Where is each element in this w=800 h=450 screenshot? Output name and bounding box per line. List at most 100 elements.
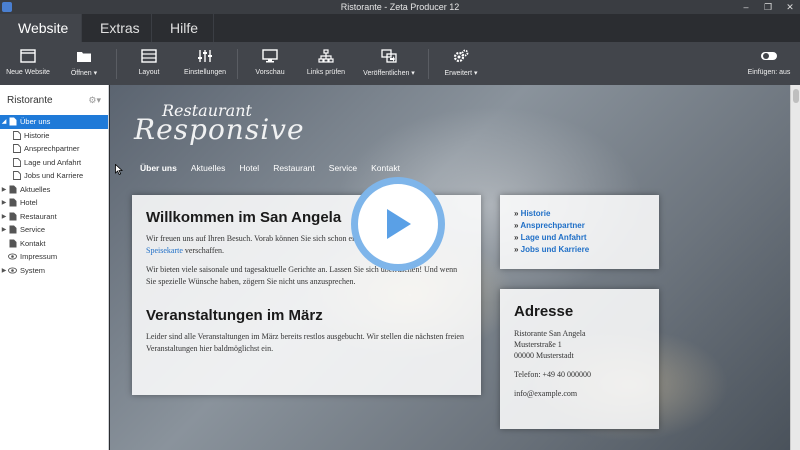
menu-link[interactable]: Speisekarte xyxy=(146,246,183,255)
page-icon xyxy=(12,171,21,181)
page-icon xyxy=(12,157,21,167)
events-paragraph: Leider sind alle Veranstaltungen im März… xyxy=(146,332,464,353)
layout-button[interactable]: Layout xyxy=(121,42,177,85)
collapse-arrow-icon[interactable]: ▶ xyxy=(0,213,8,220)
collapse-arrow-icon[interactable]: ▶ xyxy=(0,226,8,233)
eye-icon xyxy=(8,252,17,261)
preview-button[interactable]: Vorschau xyxy=(242,42,298,85)
preview-scrollbar[interactable] xyxy=(790,85,800,450)
tab-website[interactable]: Website xyxy=(0,14,82,42)
tree-item-aktuelles[interactable]: ▶ Aktuelles xyxy=(0,183,108,197)
main-tabs: Website Extras Hilfe xyxy=(0,14,800,42)
link-item[interactable]: » Historie xyxy=(514,208,645,220)
site-nav-ueber-uns[interactable]: Über uns xyxy=(140,163,177,173)
play-button[interactable] xyxy=(351,177,445,271)
link-item[interactable]: » Ansprechpartner xyxy=(514,220,645,232)
address-line: Ristorante San Angela xyxy=(514,329,586,338)
toggle-switch-icon xyxy=(760,48,778,64)
page-tree: ◢ Über uns Historie Ansprechpartner Lage… xyxy=(0,115,108,277)
maximize-icon[interactable]: ❐ xyxy=(762,0,774,14)
document-icon xyxy=(8,117,17,126)
project-title: Ristorante xyxy=(7,94,53,106)
link-item[interactable]: » Jobs und Karriere xyxy=(514,244,645,256)
title-bar: Ristorante - Zeta Producer 12 – ❐ ✕ xyxy=(0,0,800,14)
tree-item-ueber-uns[interactable]: ◢ Über uns xyxy=(0,115,108,129)
expand-arrow-icon[interactable]: ◢ xyxy=(0,118,8,125)
mouse-cursor-icon xyxy=(115,164,123,175)
gear-icon[interactable]: ⚙▾ xyxy=(88,95,101,106)
close-icon[interactable]: ✕ xyxy=(784,0,796,14)
settings-button[interactable]: Einstellungen xyxy=(177,42,233,85)
website-preview[interactable]: Restaurant Responsive Über uns Aktuelles… xyxy=(110,85,790,450)
preview-label: Vorschau xyxy=(255,69,285,76)
tree-item-jobs-und-karriere[interactable]: Jobs und Karriere xyxy=(0,169,108,183)
monitor-icon xyxy=(261,48,279,64)
publish-button[interactable]: Veröffentlichen ▾ xyxy=(354,42,424,85)
app-icon xyxy=(2,2,12,12)
links-list: » Historie » Ansprechpartner » Lage und … xyxy=(514,208,645,256)
eye-icon xyxy=(8,266,17,275)
document-icon xyxy=(8,198,17,207)
site-nav-service[interactable]: Service xyxy=(329,163,357,173)
links-card: » Historie » Ansprechpartner » Lage und … xyxy=(500,195,659,269)
sliders-icon xyxy=(196,48,214,64)
site-navigation: Über uns Aktuelles Hotel Restaurant Serv… xyxy=(140,163,400,173)
window-icon xyxy=(19,48,37,64)
welcome-paragraph-2: Wir bieten viele saisonale und tagesaktu… xyxy=(146,265,458,286)
email-link[interactable]: info@example.com xyxy=(514,388,645,399)
collapse-arrow-icon[interactable]: ▶ xyxy=(0,186,8,193)
document-icon xyxy=(8,185,17,194)
tree-item-kontakt[interactable]: Kontakt xyxy=(0,237,108,251)
collapse-arrow-icon[interactable]: ▶ xyxy=(0,199,8,206)
tab-help[interactable]: Hilfe xyxy=(152,14,214,42)
tree-item-impressum[interactable]: Impressum xyxy=(0,250,108,264)
publish-icon xyxy=(380,48,398,64)
insert-toggle[interactable]: Einfügen: aus xyxy=(738,42,800,85)
publish-label: Veröffentlichen ▾ xyxy=(363,70,415,77)
ribbon-separator xyxy=(428,49,429,79)
address-line: 00000 Musterstadt xyxy=(514,351,574,360)
layout-icon xyxy=(140,48,158,64)
events-heading: Veranstaltungen im März xyxy=(146,307,323,324)
check-links-button[interactable]: Links prüfen xyxy=(298,42,354,85)
address-card: Adresse Ristorante San Angela Musterstra… xyxy=(500,289,659,429)
tab-extras[interactable]: Extras xyxy=(82,14,152,42)
ribbon-toolbar: Neue Website Öffnen ▾ Layout Einstellung… xyxy=(0,42,800,85)
advanced-label: Erweitert ▾ xyxy=(444,70,478,77)
window-title: Ristorante - Zeta Producer 12 xyxy=(340,2,460,12)
advanced-button[interactable]: Erweitert ▾ xyxy=(433,42,489,85)
tree-item-historie[interactable]: Historie xyxy=(0,129,108,143)
site-nav-restaurant[interactable]: Restaurant xyxy=(273,163,315,173)
sitemap-icon xyxy=(317,48,335,64)
settings-label: Einstellungen xyxy=(183,69,227,76)
site-nav-hotel[interactable]: Hotel xyxy=(239,163,259,173)
scrollbar-thumb[interactable] xyxy=(793,89,799,103)
play-icon xyxy=(387,209,411,239)
site-nav-kontakt[interactable]: Kontakt xyxy=(371,163,400,173)
minimize-icon[interactable]: – xyxy=(740,0,752,14)
insert-label: Einfügen: aus xyxy=(747,69,791,76)
collapse-arrow-icon[interactable]: ▶ xyxy=(0,267,8,274)
sidebar-header: Ristorante ⚙▾ xyxy=(0,85,108,115)
open-button[interactable]: Öffnen ▾ xyxy=(56,42,112,85)
address-line: Musterstraße 1 xyxy=(514,340,562,349)
site-logo-main: Responsive xyxy=(134,113,305,146)
ribbon-separator xyxy=(237,49,238,79)
tree-item-restaurant[interactable]: ▶ Restaurant xyxy=(0,210,108,224)
new-website-button[interactable]: Neue Website xyxy=(0,42,56,85)
gears-icon xyxy=(452,48,470,64)
tree-item-hotel[interactable]: ▶ Hotel xyxy=(0,196,108,210)
tree-item-system[interactable]: ▶ System xyxy=(0,264,108,278)
ribbon-separator xyxy=(116,49,117,79)
folder-icon xyxy=(75,48,93,64)
page-icon xyxy=(12,130,21,140)
open-label: Öffnen ▾ xyxy=(70,70,98,77)
phone-text: Telefon: +49 40 000000 xyxy=(514,370,592,379)
tree-item-service[interactable]: ▶ Service xyxy=(0,223,108,237)
tree-item-ansprechpartner[interactable]: Ansprechpartner xyxy=(0,142,108,156)
check-links-label: Links prüfen xyxy=(306,69,346,76)
site-nav-aktuelles[interactable]: Aktuelles xyxy=(191,163,226,173)
tree-item-lage-und-anfahrt[interactable]: Lage und Anfahrt xyxy=(0,156,108,170)
link-item[interactable]: » Lage und Anfahrt xyxy=(514,232,645,244)
page-icon xyxy=(12,144,21,154)
